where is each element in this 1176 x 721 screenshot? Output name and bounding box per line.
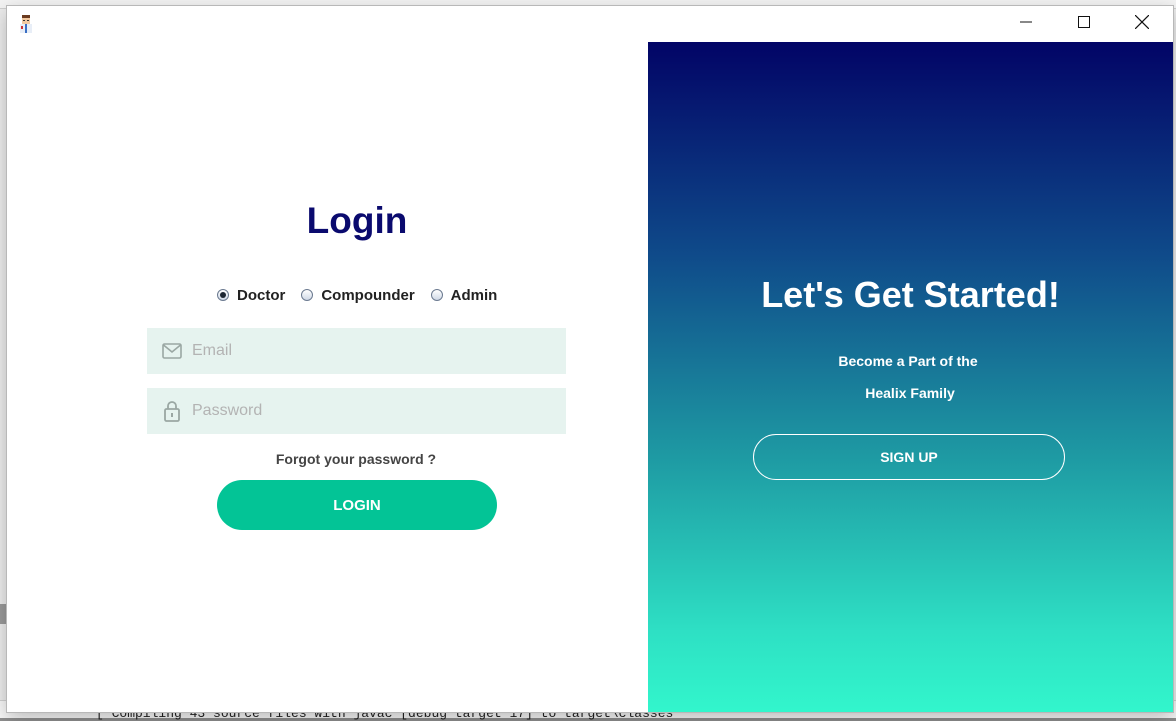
signup-subtitle-line2: Healix Family xyxy=(865,385,955,401)
compounder-radio[interactable] xyxy=(301,289,314,301)
close-button[interactable] xyxy=(1113,6,1171,42)
role-label-admin: Admin xyxy=(450,286,498,304)
signup-button[interactable]: SIGN UP xyxy=(753,434,1065,480)
maximize-button[interactable] xyxy=(1055,6,1113,42)
doctor-radio[interactable] xyxy=(217,289,229,301)
minimize-button[interactable] xyxy=(997,6,1055,42)
email-input[interactable] xyxy=(190,341,554,361)
forgot-password-link[interactable]: Forgot your password ? xyxy=(7,451,705,467)
role-label-doctor: Doctor xyxy=(237,286,286,304)
title-bar[interactable] xyxy=(7,6,1173,42)
login-button[interactable]: LOGIN xyxy=(217,480,497,530)
close-icon xyxy=(1134,14,1150,34)
mail-icon xyxy=(162,341,182,361)
minimize-icon xyxy=(1020,15,1032,33)
role-option-compounder[interactable]: Compounder xyxy=(301,286,415,304)
role-selector: Doctor Compounder Admin xyxy=(217,284,513,306)
maximize-icon xyxy=(1078,15,1090,33)
role-option-doctor[interactable]: Doctor xyxy=(217,287,285,304)
signup-subtitle-line1: Become a Part of the xyxy=(838,353,978,369)
login-title: Login xyxy=(306,200,408,241)
signup-panel: Let's Get Started! Become a Part of the … xyxy=(648,42,1173,712)
admin-radio[interactable] xyxy=(430,289,443,301)
role-option-admin[interactable]: Admin xyxy=(430,286,498,304)
role-label-compounder: Compounder xyxy=(321,286,415,304)
email-field[interactable] xyxy=(147,328,566,374)
password-input[interactable] xyxy=(190,401,554,421)
signup-title: Let's Get Started! xyxy=(761,274,1060,315)
login-panel: Login Doctor Compounder Admin Email Forg… xyxy=(7,42,648,712)
password-field[interactable] xyxy=(147,388,566,434)
app-window: Login Doctor Compounder Admin Email Forg… xyxy=(7,6,1173,712)
background-side-tab xyxy=(0,604,7,624)
lock-icon xyxy=(162,401,182,422)
doctor-avatar-icon xyxy=(17,14,35,34)
